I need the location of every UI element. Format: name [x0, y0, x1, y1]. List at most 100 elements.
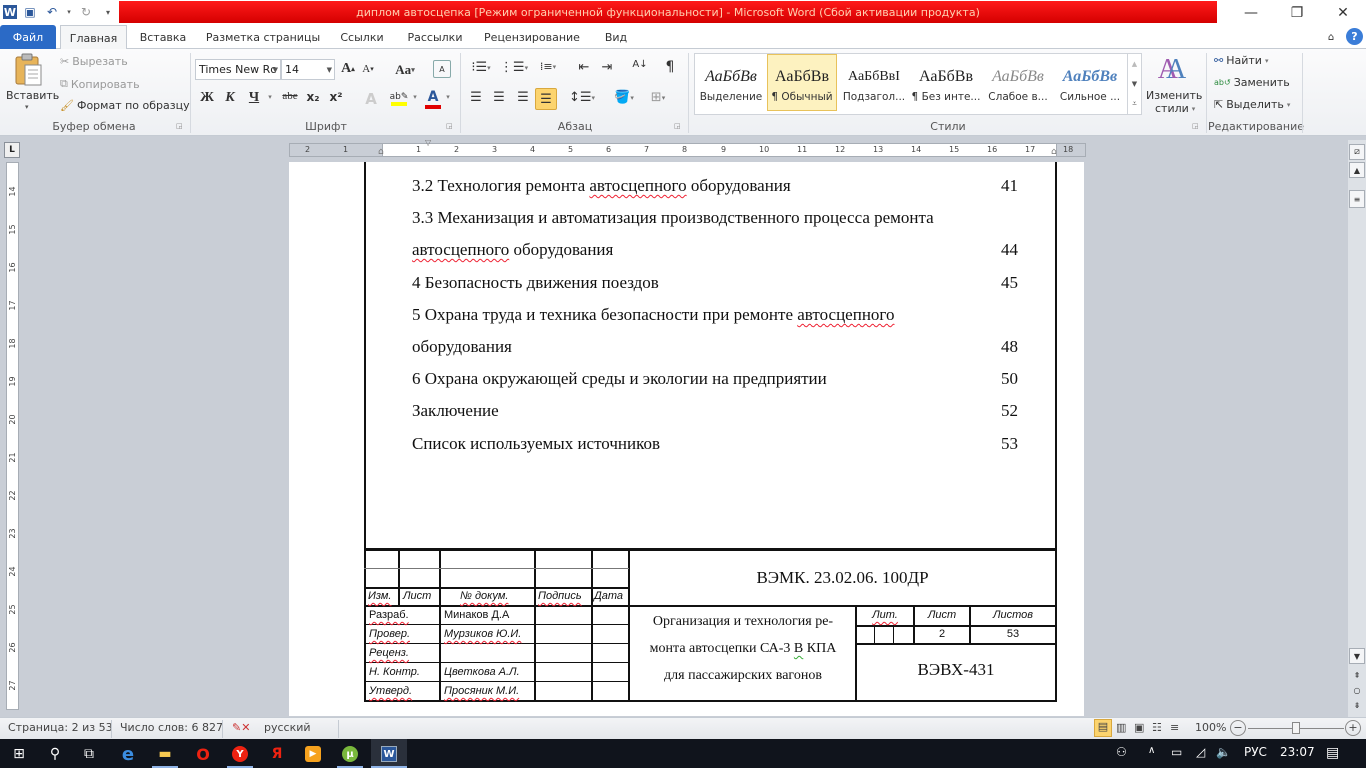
change-styles-label[interactable]: стили ▾ — [1155, 102, 1195, 115]
paste-button[interactable]: Вставить — [6, 89, 59, 102]
change-styles-button[interactable]: Изменить — [1146, 89, 1202, 102]
edge-icon[interactable]: e — [117, 743, 139, 765]
grow-font-button[interactable]: A ▴ — [340, 61, 356, 77]
undo-dropdown-icon[interactable]: ▾ — [65, 3, 73, 21]
word-logo-icon[interactable]: W — [3, 5, 17, 19]
highlight-button[interactable]: ab✎ — [389, 89, 409, 109]
tab-home[interactable]: Главная — [60, 25, 127, 50]
tab-file[interactable]: Файл — [0, 25, 56, 49]
battery-icon[interactable]: ▭ — [1171, 745, 1182, 759]
format-painter-button[interactable]: 🖌 Формат по образцу — [60, 99, 190, 112]
align-center-button[interactable]: ☰ — [490, 90, 508, 105]
bold-button[interactable]: Ж — [198, 90, 216, 106]
sort-button[interactable]: А↓ — [630, 59, 650, 70]
tab-insert[interactable]: Вставка — [132, 25, 194, 49]
right-indent-marker[interactable]: ⌂ — [1051, 147, 1061, 157]
subscript-button[interactable]: x₂ — [304, 90, 322, 104]
minimize-ribbon-icon[interactable]: ⌂ — [1322, 25, 1340, 49]
styles-scroll-down-icon[interactable]: ▼ — [1127, 74, 1141, 94]
utorrent-icon[interactable]: µ — [339, 743, 361, 765]
tab-view[interactable]: Вид — [598, 25, 634, 49]
justify-button[interactable]: ☰ — [535, 88, 557, 110]
minimize-button[interactable]: — — [1228, 0, 1274, 25]
paragraph-launcher-icon[interactable]: ◲ — [674, 122, 681, 130]
start-icon[interactable]: ⊞ — [8, 743, 30, 765]
highlight-dropdown-icon[interactable]: ▾ — [411, 93, 419, 101]
shrink-font-button[interactable]: A ▾ — [360, 63, 376, 75]
change-styles-icon[interactable]: AA — [1152, 53, 1192, 87]
save-icon[interactable]: ▣ — [21, 3, 39, 21]
styles-more-icon[interactable]: ⩡ — [1127, 94, 1141, 114]
styles-scroll-up-icon[interactable]: ▲ — [1127, 54, 1141, 74]
style-normal[interactable]: АаБбВв ¶ Обычный — [767, 54, 837, 111]
close-button[interactable]: ✕ — [1320, 0, 1366, 25]
restore-button[interactable]: ❐ — [1274, 0, 1320, 25]
first-line-indent-marker[interactable]: ▽ — [425, 138, 435, 147]
font-launcher-icon[interactable]: ◲ — [446, 122, 453, 130]
undo-icon[interactable]: ↶ — [43, 3, 61, 21]
search-icon[interactable]: ⚲ — [44, 743, 66, 765]
explorer-icon[interactable]: ▬ — [154, 743, 176, 765]
superscript-button[interactable]: x² — [327, 90, 345, 104]
text-effects-icon[interactable]: A — [360, 90, 382, 108]
scroll-down-button[interactable]: ▼ — [1349, 648, 1365, 664]
previous-page-icon[interactable]: ⇞ — [1349, 667, 1365, 683]
scroll-up-button[interactable]: ▲ — [1349, 162, 1365, 178]
paste-icon[interactable] — [8, 53, 48, 87]
multilevel-list-button[interactable]: ⁞≡ ▾ — [534, 60, 562, 73]
underline-button[interactable]: Ч — [246, 90, 262, 106]
page-count[interactable]: Страница: 2 из 53 — [8, 721, 113, 734]
customize-qat-icon[interactable]: ▾ — [99, 3, 117, 21]
yandex-icon[interactable]: Я — [266, 743, 288, 765]
spelling-error[interactable]: автосцепного — [589, 176, 686, 195]
increase-indent-button[interactable]: ⇥ — [598, 60, 616, 75]
style-intense-emphasis[interactable]: АаБбВв Сильное ... — [1055, 54, 1125, 111]
font-name-combo[interactable]: Times New Rc ▼ — [195, 59, 281, 80]
word-count[interactable]: Число слов: 6 827 — [120, 721, 223, 734]
replace-button[interactable]: ab↺ Заменить — [1214, 76, 1290, 89]
font-color-button[interactable]: A — [424, 89, 442, 109]
vertical-scrollbar[interactable]: ⧄ ▲ ≡ ▼ ⇞ ○ ⇟ — [1348, 140, 1366, 718]
word-icon[interactable]: W — [378, 743, 400, 765]
yandex-browser-icon[interactable]: Y — [229, 743, 251, 765]
clipboard-launcher-icon[interactable]: ◲ — [176, 122, 183, 130]
people-icon[interactable]: ⚇ — [1116, 745, 1127, 759]
cut-button[interactable]: ✂ Вырезать — [60, 55, 128, 68]
spelling-error[interactable]: автосцепного — [797, 305, 894, 324]
input-language[interactable]: РУС — [1244, 745, 1267, 759]
redo-icon[interactable]: ↻ — [77, 3, 95, 21]
language-indicator[interactable]: русский — [264, 721, 311, 734]
volume-icon[interactable]: 🔈 — [1216, 745, 1231, 759]
tab-references[interactable]: Ссылки — [334, 25, 390, 49]
find-button[interactable]: ⚯ Найти ▾ — [1214, 54, 1268, 67]
print-layout-view-icon[interactable]: ▤ — [1094, 719, 1112, 737]
scroll-thumb[interactable]: ≡ — [1349, 190, 1365, 208]
style-no-spacing[interactable]: АаБбВв ¶ Без инте... — [911, 54, 981, 111]
task-view-icon[interactable]: ⧉ — [78, 743, 100, 765]
zoom-in-button[interactable]: + — [1345, 720, 1361, 736]
show-formatting-button[interactable]: ¶ — [661, 59, 679, 75]
ruler-toggle-icon[interactable]: ⧄ — [1349, 144, 1365, 160]
left-indent-marker[interactable]: ⌂ — [378, 147, 388, 161]
font-color-dropdown-icon[interactable]: ▾ — [444, 93, 452, 101]
draft-view-icon[interactable]: ≡ — [1170, 721, 1179, 734]
vertical-ruler[interactable]: 14 15 16 17 18 19 20 21 22 23 24 25 26 27 — [6, 162, 19, 710]
style-subtle-emphasis[interactable]: АаБбВв Слабое в... — [983, 54, 1053, 111]
tab-mailings[interactable]: Рассылки — [400, 25, 470, 49]
tab-selector-icon[interactable]: L — [4, 142, 20, 158]
browse-object-icon[interactable]: ○ — [1349, 682, 1365, 698]
borders-button[interactable]: ⊞ ▾ — [644, 90, 672, 105]
spellcheck-icon[interactable]: ✎✕ — [232, 721, 250, 734]
zoom-out-button[interactable]: − — [1230, 720, 1246, 736]
numbering-button[interactable]: ⋮☰ ▾ — [500, 60, 528, 75]
style-emphasis[interactable]: АаБбВв Выделение — [696, 54, 766, 111]
opera-icon[interactable]: O — [192, 743, 214, 765]
media-player-icon[interactable]: ▶ — [302, 743, 324, 765]
underline-dropdown-icon[interactable]: ▾ — [266, 93, 274, 101]
change-case-button[interactable]: Aa ▾ — [392, 62, 418, 78]
web-layout-icon[interactable]: ▣ — [1134, 721, 1144, 734]
show-hidden-icons[interactable]: ∧ — [1148, 745, 1155, 756]
wifi-icon[interactable]: ◿ — [1196, 745, 1205, 759]
styles-launcher-icon[interactable]: ◲ — [1192, 122, 1199, 130]
font-size-combo[interactable]: 14 ▼ — [281, 59, 335, 80]
